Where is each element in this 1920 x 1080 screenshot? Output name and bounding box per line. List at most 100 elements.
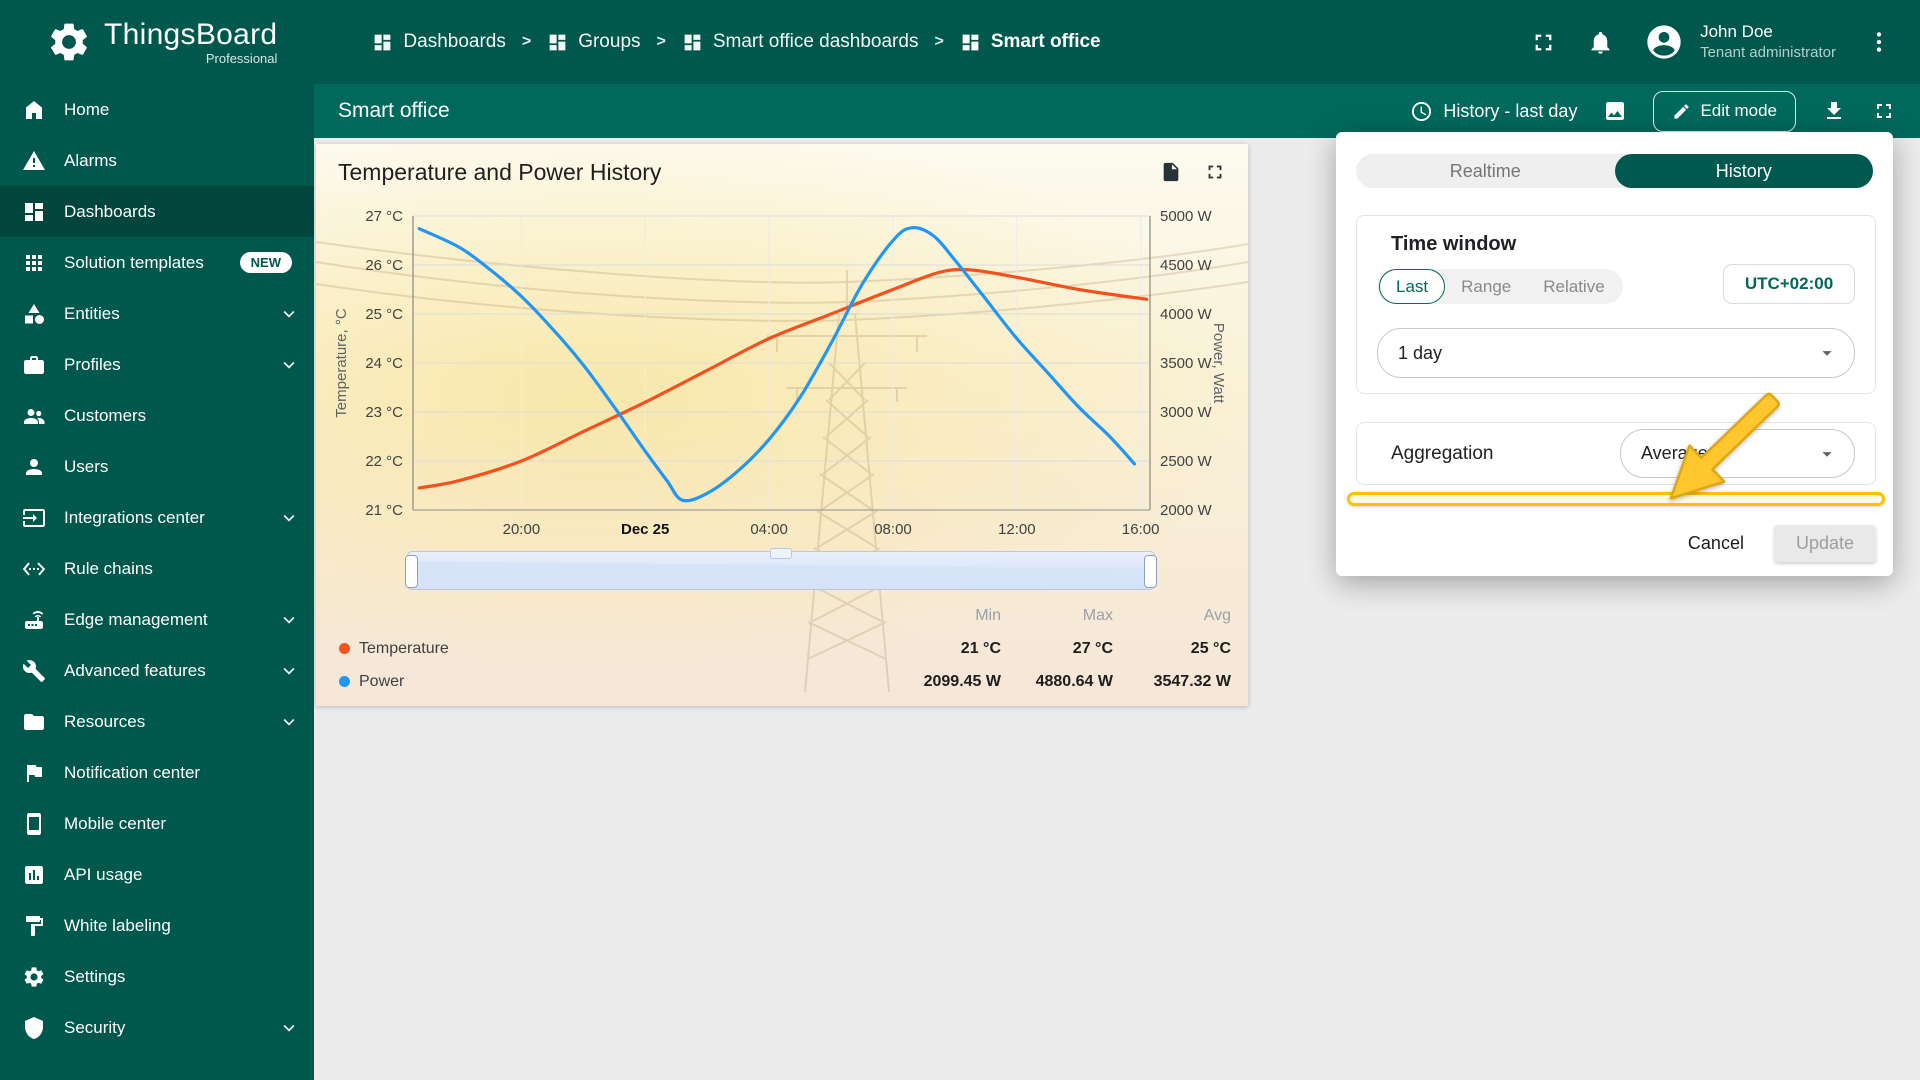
svg-text:16:00: 16:00 xyxy=(1122,521,1160,538)
chart-legend: Min Max Avg Temperature 21 °C 27 °C 25 °C Power… xyxy=(339,599,1231,698)
timezone-button[interactable]: UTC+02:00 xyxy=(1723,264,1855,304)
svg-text:12:00: 12:00 xyxy=(998,521,1036,538)
breadcrumb-smart-office-dashboards[interactable]: Smart office dashboards xyxy=(682,31,919,53)
breadcrumb-smart-office[interactable]: Smart office xyxy=(960,31,1101,53)
mode-last[interactable]: Last xyxy=(1379,269,1446,304)
interval-value: 1 day xyxy=(1398,342,1443,363)
notifications-bell-icon[interactable] xyxy=(1587,29,1614,56)
sidebar-item-dashboards[interactable]: Dashboards xyxy=(0,186,314,237)
caret-down-icon xyxy=(1816,443,1838,465)
dashboard-grid-icon xyxy=(547,32,568,53)
sidebar-item-integrations-center[interactable]: Integrations center xyxy=(0,492,314,543)
sidebar-item-edge-management[interactable]: Edge management xyxy=(0,594,314,645)
legend-col-header-avg: Avg xyxy=(1203,606,1231,624)
sidebar-item-profiles[interactable]: Profiles xyxy=(0,339,314,390)
alarm-icon xyxy=(22,149,46,173)
sidebar-item-security[interactable]: Security xyxy=(0,1002,314,1053)
update-button[interactable]: Update xyxy=(1773,525,1876,562)
export-icon[interactable] xyxy=(1160,161,1182,183)
svg-text:4500 W: 4500 W xyxy=(1160,257,1213,274)
notification-icon xyxy=(22,761,46,785)
breadcrumb-label: Smart office dashboards xyxy=(712,31,919,52)
legend-col-header-min: Min xyxy=(975,606,1001,624)
svg-text:4000 W: 4000 W xyxy=(1160,306,1213,323)
entities-icon xyxy=(22,302,46,326)
download-icon[interactable] xyxy=(1822,99,1846,123)
sidebar-item-entities[interactable]: Entities xyxy=(0,288,314,339)
sidebar-item-settings[interactable]: Settings xyxy=(0,951,314,1002)
sidebar-item-label: Advanced features xyxy=(64,660,206,680)
legend-item-power[interactable]: Power xyxy=(339,665,889,698)
sidebar-item-white-labeling[interactable]: White labeling xyxy=(0,900,314,951)
mode-range[interactable]: Range xyxy=(1445,269,1527,304)
profiles-icon xyxy=(22,353,46,377)
legend-series-name: Temperature xyxy=(359,639,449,657)
legend-max-value: 27 °C xyxy=(1072,639,1113,657)
sidebar-item-alarms[interactable]: Alarms xyxy=(0,135,314,186)
legend-avg-value: 25 °C xyxy=(1190,639,1231,657)
sidebar-item-label: Solution templates xyxy=(64,252,204,272)
avatar[interactable] xyxy=(1644,22,1684,62)
slider-grip-handle[interactable] xyxy=(770,548,792,559)
breadcrumb-label: Groups xyxy=(578,31,641,52)
svg-text:27 °C: 27 °C xyxy=(365,208,403,225)
sidebar-item-solution-templates[interactable]: Solution templates NEW xyxy=(0,237,314,288)
timewindow-button[interactable]: History - last day xyxy=(1410,100,1577,123)
integrations-icon xyxy=(22,506,46,530)
legend-item-temperature[interactable]: Temperature xyxy=(339,632,889,665)
timewindow-label: History - last day xyxy=(1443,100,1578,121)
breadcrumb-label: Smart office xyxy=(990,31,1101,52)
more-vert-icon[interactable] xyxy=(1866,29,1892,55)
svg-text:26 °C: 26 °C xyxy=(365,257,403,274)
breadcrumb-separator: > xyxy=(934,33,944,50)
sidebar-item-customers[interactable]: Customers xyxy=(0,390,314,441)
interval-select[interactable]: 1 day xyxy=(1377,328,1855,378)
svg-text:3000 W: 3000 W xyxy=(1160,404,1213,421)
user-name: John Doe xyxy=(1700,22,1773,42)
widget-fullscreen-icon[interactable] xyxy=(1204,161,1226,183)
cancel-button[interactable]: Cancel xyxy=(1682,532,1750,555)
aggregation-card: Aggregation Average xyxy=(1356,422,1876,485)
breadcrumb-dashboards[interactable]: Dashboards xyxy=(372,31,506,53)
thingsboard-logo[interactable]: ThingsBoard Professional xyxy=(0,18,277,66)
logo-title: ThingsBoard xyxy=(104,18,278,51)
dashboard-grid-icon xyxy=(682,32,703,53)
sidebar: Home Alarms Dashboards Solution templates NE… xyxy=(0,84,314,1080)
sidebar-item-users[interactable]: Users xyxy=(0,441,314,492)
mobile-icon xyxy=(22,812,46,836)
svg-text:5000 W: 5000 W xyxy=(1160,208,1213,225)
customers-icon xyxy=(22,404,46,428)
sidebar-item-resources[interactable]: Resources xyxy=(0,696,314,747)
expand-fullscreen-icon[interactable] xyxy=(1872,99,1896,123)
slider-left-handle[interactable] xyxy=(405,555,418,588)
caret-down-icon xyxy=(1816,342,1838,364)
fullscreen-icon[interactable] xyxy=(1530,29,1557,56)
breadcrumb-groups[interactable]: Groups xyxy=(547,31,641,53)
white-labeling-icon xyxy=(22,914,46,938)
sidebar-item-api-usage[interactable]: API usage xyxy=(0,849,314,900)
tab-history[interactable]: History xyxy=(1614,154,1873,188)
time-range-slider[interactable] xyxy=(405,548,1157,590)
sidebar-item-label: Mobile center xyxy=(64,813,167,833)
sidebar-item-label: Integrations center xyxy=(64,507,205,527)
sidebar-item-label: Resources xyxy=(64,711,146,731)
mode-relative[interactable]: Relative xyxy=(1527,269,1620,304)
legend-col-header-max: Max xyxy=(1082,606,1113,624)
annotation-highlight-ellipse xyxy=(1347,492,1885,506)
tab-realtime[interactable]: Realtime xyxy=(1356,154,1615,188)
sidebar-item-home[interactable]: Home xyxy=(0,84,314,135)
legend-max-value: 4880.64 W xyxy=(1035,672,1113,690)
app-header: ThingsBoard Professional Dashboards > Grou… xyxy=(0,0,1920,84)
sidebar-item-mobile-center[interactable]: Mobile center xyxy=(0,798,314,849)
home-icon xyxy=(22,98,46,122)
image-icon[interactable] xyxy=(1603,99,1627,123)
edge-icon xyxy=(22,608,46,632)
edit-mode-button[interactable]: Edit mode xyxy=(1653,90,1796,132)
sidebar-item-notification-center[interactable]: Notification center xyxy=(0,747,314,798)
user-info[interactable]: John Doe Tenant administrator xyxy=(1700,21,1836,63)
slider-right-handle[interactable] xyxy=(1144,555,1157,588)
sidebar-item-label: Edge management xyxy=(64,609,208,629)
sidebar-item-rule-chains[interactable]: Rule chains xyxy=(0,543,314,594)
sidebar-item-advanced-features[interactable]: Advanced features xyxy=(0,645,314,696)
edit-mode-label: Edit mode xyxy=(1700,101,1777,120)
